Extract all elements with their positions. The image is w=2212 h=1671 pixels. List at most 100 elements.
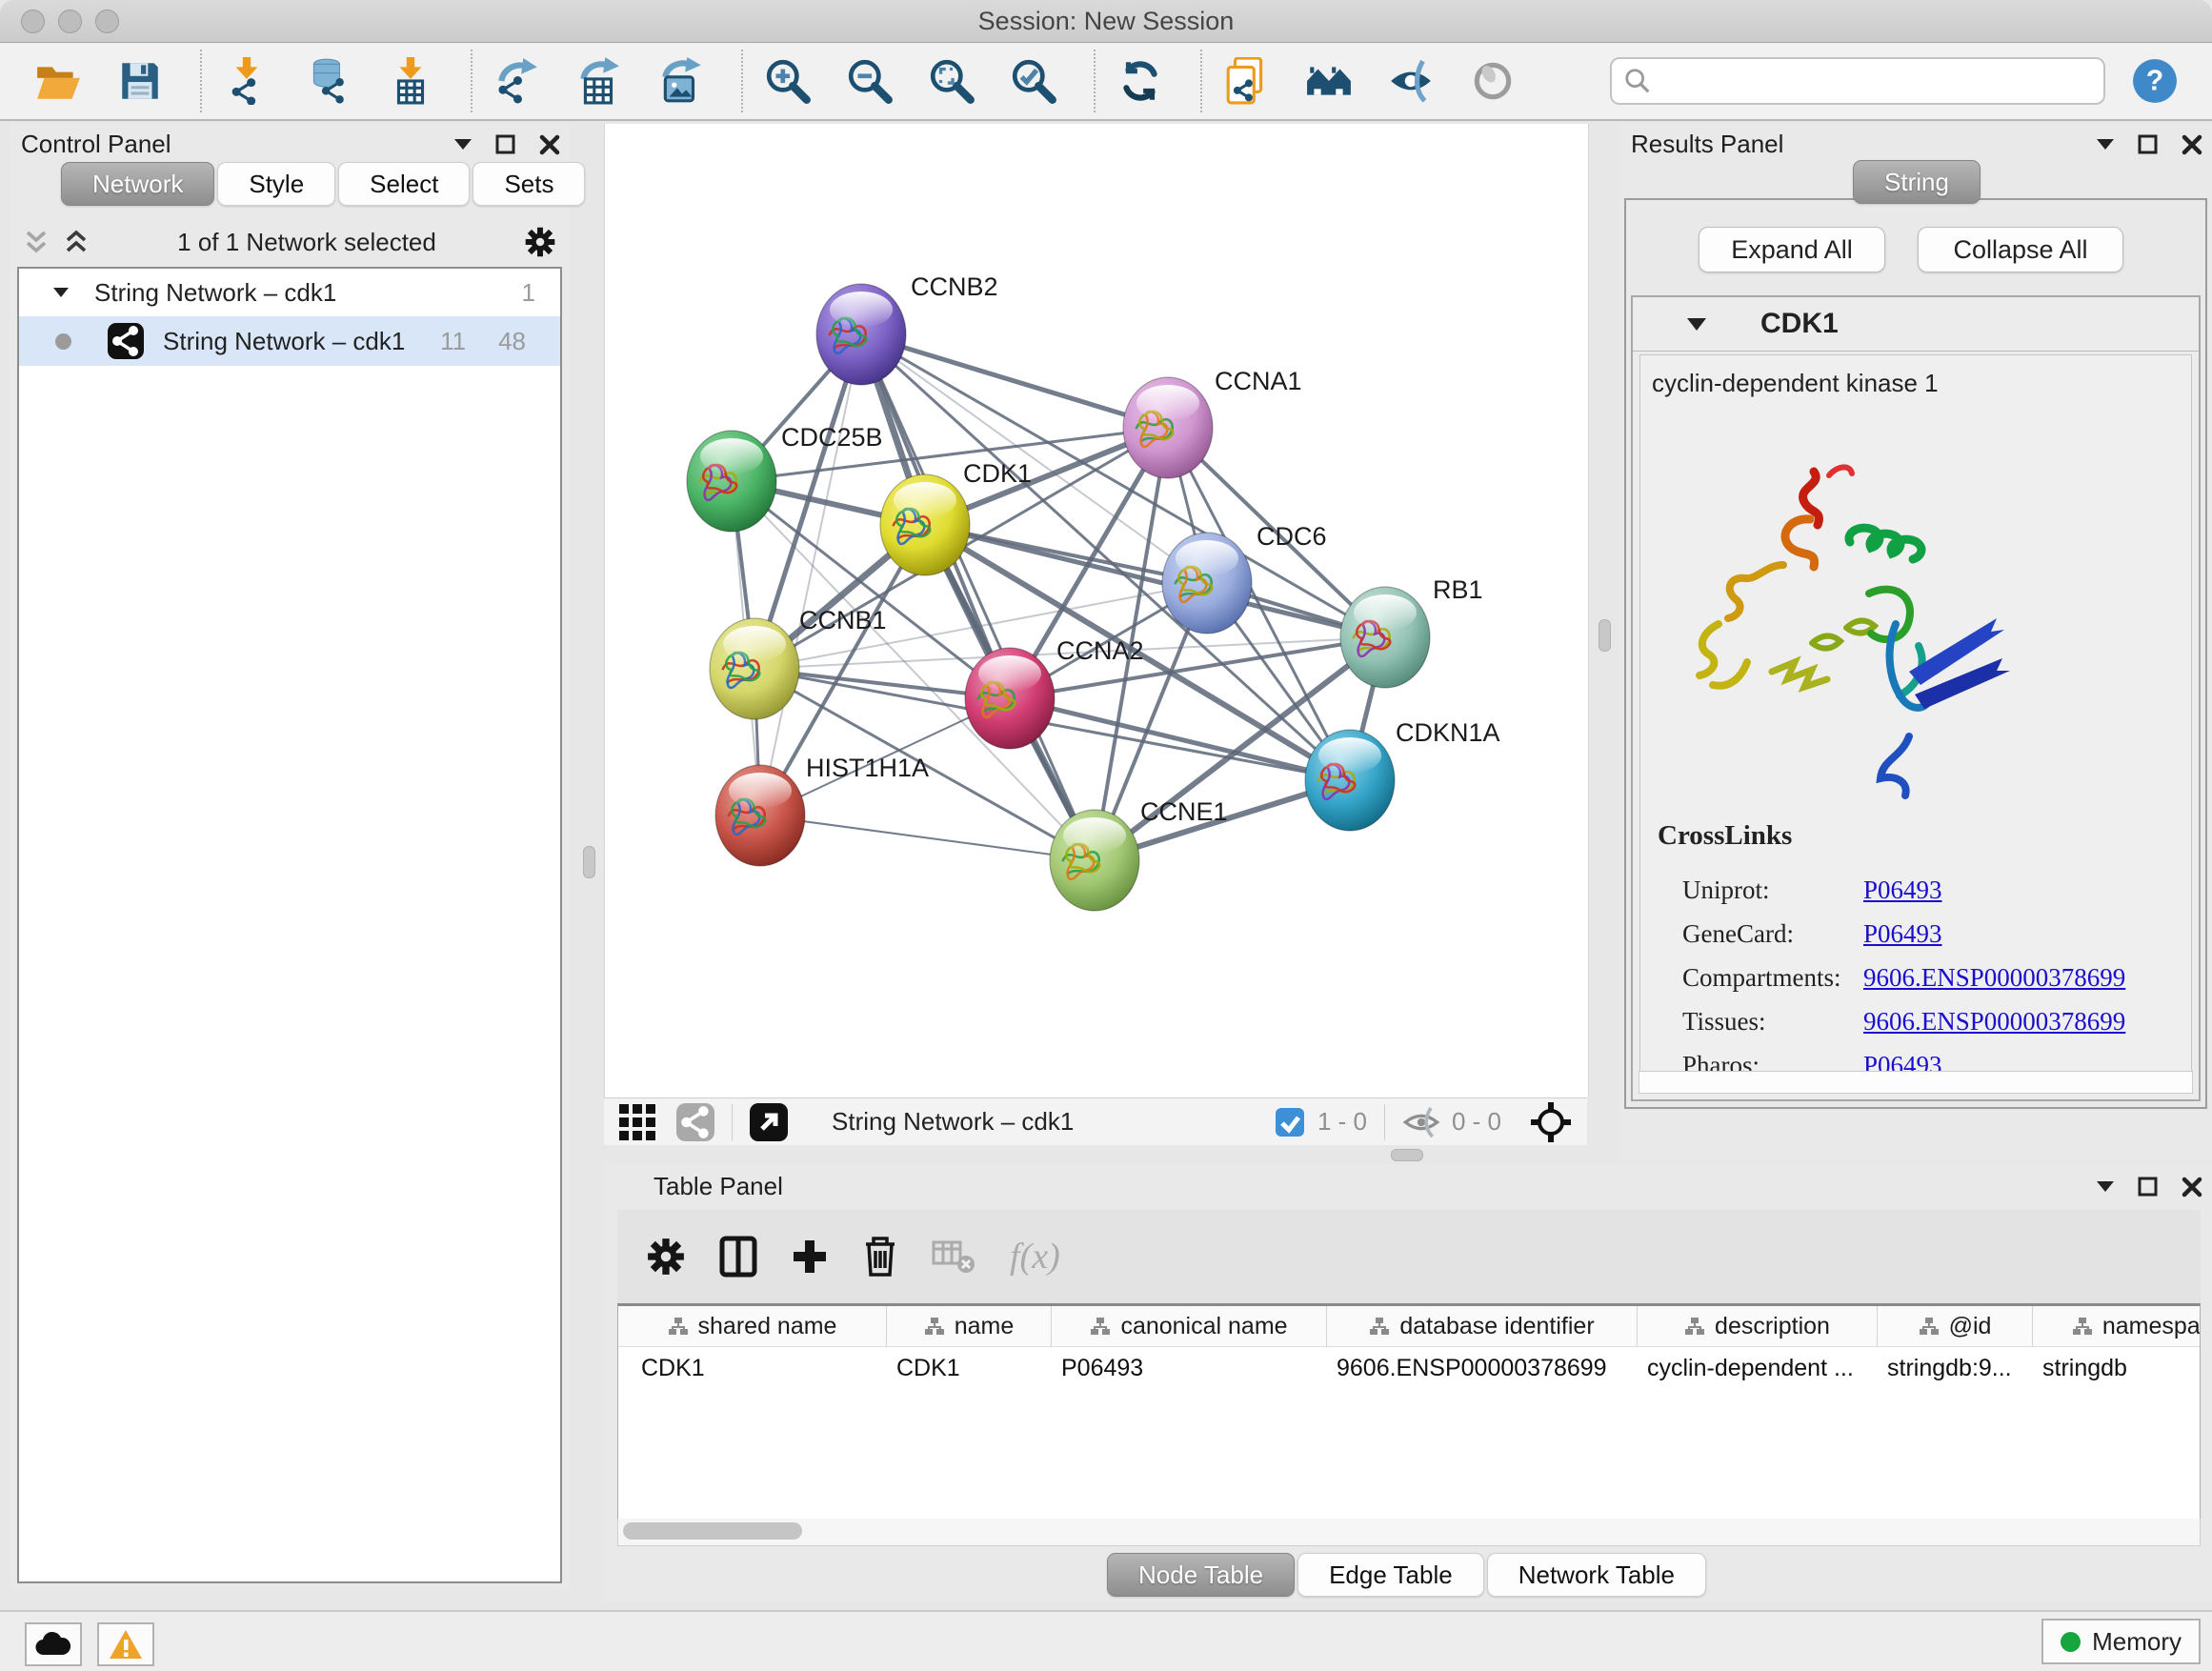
collapse-all-tree-icon[interactable] [63,230,90,254]
selected-checkbox-icon[interactable] [1276,1108,1304,1137]
column-header--id[interactable]: @id [1878,1306,2033,1346]
tab-sets[interactable]: Sets [473,162,585,206]
table-horizontal-scrollbar[interactable] [617,1519,2201,1546]
import-network-database-icon[interactable] [303,55,354,107]
grid-view-icon[interactable] [619,1104,655,1140]
panel-close-icon[interactable] [539,134,560,155]
right-splitter-handle[interactable] [1599,619,1611,652]
apply-layout-icon[interactable] [1115,55,1166,107]
detach-view-icon[interactable] [750,1103,788,1141]
network-node-CDKN1A[interactable]: CDKN1A [1305,718,1500,831]
network-node-CDC25B[interactable]: CDC25B [687,423,883,532]
tab-edge-table[interactable]: Edge Table [1297,1553,1484,1597]
show-labels-eye-icon[interactable] [1467,55,1518,107]
column-type-icon [1919,1317,1940,1336]
open-session-icon[interactable] [32,55,84,107]
zoom-fit-icon[interactable] [926,55,977,107]
network-row-selected[interactable]: String Network – cdk1 11 48 [19,316,560,366]
network-node-CDK1[interactable]: CDK1 [880,459,1032,575]
expand-all-tree-icon[interactable] [23,230,50,254]
column-header-name[interactable]: name [887,1306,1052,1346]
table-cell[interactable]: P06493 [1052,1347,1327,1389]
panel-float-icon[interactable] [2138,134,2159,155]
zoom-selected-icon[interactable] [1008,55,1059,107]
hidden-eye-slash-icon[interactable] [1402,1103,1440,1141]
panel-close-icon[interactable] [2182,1177,2202,1198]
crosslink-tissues--link[interactable]: 9606.ENSP00000378699 [1863,1007,2125,1037]
add-column-icon[interactable] [791,1238,829,1276]
column-header-description[interactable]: description [1638,1306,1878,1346]
table-cell[interactable]: 9606.ENSP00000378699 [1327,1347,1638,1389]
table-row[interactable]: CDK1CDK1P064939606.ENSP00000378699cyclin… [618,1347,2200,1389]
collapse-all-button[interactable]: Collapse All [1918,227,2123,272]
edge-CCNB2-CCNA1[interactable] [861,334,1168,428]
automation-cloud-button[interactable] [25,1622,82,1666]
table-cell[interactable]: stringdb [2033,1347,2201,1389]
network-node-RB1[interactable]: RB1 [1340,575,1483,688]
zoom-out-icon[interactable] [844,55,895,107]
birdseye-crosshair-icon[interactable] [1530,1101,1572,1143]
crosslink-genecard--link[interactable]: P06493 [1863,919,1942,949]
crosslink-compartments--link[interactable]: 9606.ENSP00000378699 [1863,963,2125,993]
table-cell[interactable]: CDK1 [618,1347,887,1389]
column-header-shared-name[interactable]: shared name [618,1306,887,1346]
tab-node-table[interactable]: Node Table [1107,1553,1295,1597]
memory-button[interactable]: Memory [2041,1619,2201,1664]
network-node-CCNE1[interactable]: CCNE1 [1050,797,1228,911]
column-header-canonical-name[interactable]: canonical name [1052,1306,1327,1346]
left-splitter-handle[interactable] [583,846,595,878]
scrollbar-thumb[interactable] [623,1522,802,1540]
help-button[interactable]: ? [2130,56,2180,106]
edge-HIST1H1A-CCNE1[interactable] [760,815,1095,860]
panel-collapse-icon[interactable] [453,138,473,151]
tab-network[interactable]: Network [61,162,214,206]
save-session-icon[interactable] [114,55,166,107]
panel-float-icon[interactable] [2138,1177,2159,1198]
search-box[interactable] [1610,57,2105,105]
export-table-icon[interactable] [573,55,625,107]
export-network-icon[interactable] [492,55,543,107]
table-settings-gear-icon[interactable] [646,1237,686,1277]
panel-close-icon[interactable] [2182,134,2202,155]
import-table-file-icon[interactable] [385,55,436,107]
panel-collapse-icon[interactable] [2096,1180,2115,1193]
network-list: String Network – cdk1 1 String Network –… [17,267,562,1583]
crosslink-uniprot--link[interactable]: P06493 [1863,876,1942,905]
panel-collapse-icon[interactable] [2096,138,2115,151]
table-cell[interactable]: CDK1 [887,1347,1052,1389]
panel-float-icon[interactable] [495,134,516,155]
import-network-file-icon[interactable] [221,55,272,107]
zoom-in-icon[interactable] [762,55,814,107]
node-label-CCNB1: CCNB1 [799,606,887,634]
table-cell[interactable]: cyclin-dependent ... [1638,1347,1878,1389]
string-import-icon[interactable] [1221,55,1273,107]
node-entry-header[interactable]: CDK1 [1633,297,2199,352]
entry-collapse-icon[interactable] [1686,317,1707,332]
tab-string-results[interactable]: String [1853,160,1981,204]
expand-all-button[interactable]: Expand All [1699,227,1885,272]
show-columns-icon[interactable] [718,1236,758,1278]
delete-table-icon-disabled [932,1238,977,1275]
network-options-gear-icon[interactable] [524,226,556,258]
string-view-icon[interactable] [676,1103,714,1141]
column-header-database-identifier[interactable]: database identifier [1327,1306,1638,1346]
edge-CCNB2-HIST1H1A[interactable] [760,334,861,815]
bottom-splitter-handle[interactable] [1391,1149,1423,1161]
tab-style[interactable]: Style [217,162,335,206]
home-icon[interactable] [1303,55,1355,107]
tab-network-table[interactable]: Network Table [1487,1553,1706,1597]
network-collection-row[interactable]: String Network – cdk1 1 [19,269,560,316]
search-input[interactable] [1652,66,2092,97]
hide-labels-eye-icon[interactable] [1385,55,1437,107]
collection-expand-icon[interactable] [53,287,70,298]
tab-select[interactable]: Select [338,162,470,206]
network-canvas[interactable]: CCNB2CCNA1CDC25BCDK1CDC6RB1CCNB1CCNA2CDK… [604,124,1589,1097]
node-label-CCNB2: CCNB2 [911,272,998,301]
delete-column-trash-icon[interactable] [861,1235,899,1278]
table-cell[interactable]: stringdb:9... [1878,1347,2033,1389]
network-node-CCNA1[interactable]: CCNA1 [1123,367,1302,478]
export-image-icon[interactable] [655,55,707,107]
warnings-button[interactable] [97,1622,154,1666]
network-node-HIST1H1A[interactable]: HIST1H1A [715,754,929,866]
column-header-namespac[interactable]: namespac [2033,1306,2201,1346]
